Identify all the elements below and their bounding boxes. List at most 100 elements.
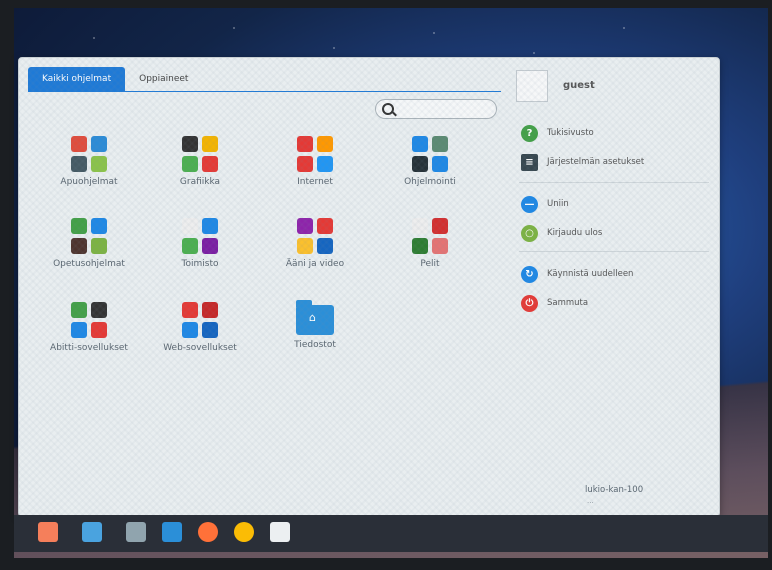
menu-item-restart[interactable]: ↻ Käynnistä uudelleen xyxy=(521,264,633,284)
menu-item-label: Käynnistä uudelleen xyxy=(547,269,634,279)
windows-icon[interactable] xyxy=(126,522,146,542)
menu-item-label: Järjestelmän asetukset xyxy=(547,157,645,167)
taskbar xyxy=(14,515,768,552)
hostname: lukio-kan-100 xyxy=(585,485,644,495)
category-label: Internet xyxy=(297,177,333,187)
category-internet[interactable]: Internet xyxy=(270,136,360,187)
search-box[interactable] xyxy=(375,99,497,119)
icon-tile xyxy=(182,136,198,152)
icon-tile xyxy=(201,237,218,254)
menu-item-label: Tukisivusto xyxy=(547,128,594,138)
menu-item-support[interactable]: ? Tukisivusto xyxy=(521,123,594,143)
icon-tile xyxy=(201,321,218,338)
graphics-icon xyxy=(182,136,218,172)
icon-tile xyxy=(316,218,333,234)
logout-icon: ○ xyxy=(521,224,538,242)
icon-tile xyxy=(431,155,448,172)
icon-tile xyxy=(90,302,107,318)
menu-item-label: Uniin xyxy=(547,199,569,209)
icon-tile xyxy=(71,155,87,172)
category-toimisto[interactable]: Toimisto xyxy=(155,218,245,269)
multimedia-icon xyxy=(297,218,333,254)
hostname-subtext: ... xyxy=(587,497,594,505)
icon-tile xyxy=(90,218,107,234)
web-apps-icon xyxy=(182,302,218,338)
icon-tile xyxy=(297,155,313,172)
sleep-icon: — xyxy=(521,195,538,213)
launcher-tabs: Kaikki ohjelmat Oppiaineet xyxy=(28,67,202,91)
icon-tile xyxy=(90,155,107,172)
search-icon xyxy=(382,103,394,115)
internet-icon xyxy=(297,136,333,172)
education-icon xyxy=(71,218,107,254)
games-icon xyxy=(412,218,448,254)
menu-item-system-settings[interactable]: ≡ Järjestelmän asetukset xyxy=(521,152,644,172)
menu-icon[interactable] xyxy=(38,522,58,542)
icon-tile xyxy=(71,218,87,234)
category-pelit[interactable]: Pelit xyxy=(385,218,475,269)
avatar xyxy=(516,70,548,102)
icon-tile xyxy=(201,302,218,318)
icon-tile xyxy=(201,218,218,234)
icon-tile xyxy=(90,237,107,254)
search-input[interactable] xyxy=(398,102,492,117)
category-label: Tiedostot xyxy=(294,340,336,350)
icon-tile xyxy=(297,237,313,254)
files-icon[interactable] xyxy=(162,522,182,542)
category-label: Pelit xyxy=(420,259,440,269)
category-label: Grafiikka xyxy=(179,177,221,187)
menu-item-sleep[interactable]: — Uniin xyxy=(521,194,569,214)
power-icon: ⏻ xyxy=(521,294,538,312)
document-icon[interactable] xyxy=(270,522,290,542)
folder-home-icon xyxy=(296,300,334,335)
icon-tile xyxy=(71,136,87,152)
category-tiedostot[interactable]: Tiedostot xyxy=(270,300,360,350)
menu-item-label: Kirjaudu ulos xyxy=(547,228,603,238)
chrome-icon[interactable] xyxy=(234,522,254,542)
application-launcher: Kaikki ohjelmat Oppiaineet Apuohjelmat G… xyxy=(18,57,720,517)
icon-tile xyxy=(431,136,448,152)
category-ohjelmointi[interactable]: Ohjelmointi xyxy=(385,136,475,187)
icon-tile xyxy=(297,218,313,234)
category-label: Ohjelmointi xyxy=(404,177,456,187)
category-grafiikka[interactable]: Grafiikka xyxy=(155,136,245,187)
category-opetusohjelmat[interactable]: Opetusohjelmat xyxy=(44,218,134,269)
tab-subjects[interactable]: Oppiaineet xyxy=(125,67,202,91)
category-apuohjelmat[interactable]: Apuohjelmat xyxy=(44,136,134,187)
icon-tile xyxy=(316,155,333,172)
desktop-icon[interactable] xyxy=(82,522,102,542)
user-name: guest xyxy=(563,80,595,91)
icon-tile xyxy=(201,136,218,152)
help-icon: ? xyxy=(521,124,538,142)
menu-item-shutdown[interactable]: ⏻ Sammuta xyxy=(521,293,588,313)
icon-tile xyxy=(71,321,87,338)
icon-tile xyxy=(201,155,218,172)
restart-icon: ↻ xyxy=(521,265,538,283)
accessories-icon xyxy=(71,136,107,172)
category-label: Opetusohjelmat xyxy=(53,259,125,269)
divider xyxy=(519,182,709,183)
category-aani-ja-video[interactable]: Ääni ja video xyxy=(270,218,360,269)
firefox-icon[interactable] xyxy=(198,522,218,542)
icon-tile xyxy=(412,136,428,152)
divider xyxy=(519,251,709,252)
icon-tile xyxy=(412,155,428,172)
tab-underline xyxy=(28,91,501,92)
icon-tile xyxy=(182,218,198,234)
category-web-sovellukset[interactable]: Web-sovellukset xyxy=(155,302,245,353)
category-label: Ääni ja video xyxy=(285,259,345,269)
icon-tile xyxy=(71,237,87,254)
icon-tile xyxy=(182,302,198,318)
icon-tile xyxy=(431,218,448,234)
category-abitti-sovellukset[interactable]: Abitti-sovellukset xyxy=(44,302,134,353)
icon-tile xyxy=(297,136,313,152)
icon-tile xyxy=(182,155,198,172)
icon-tile xyxy=(71,302,87,318)
office-icon xyxy=(182,218,218,254)
icon-tile xyxy=(316,237,333,254)
icon-tile xyxy=(412,218,428,234)
menu-item-logout[interactable]: ○ Kirjaudu ulos xyxy=(521,223,602,243)
tab-all-programs[interactable]: Kaikki ohjelmat xyxy=(28,67,126,91)
menu-item-label: Sammuta xyxy=(547,298,589,308)
category-label: Abitti-sovellukset xyxy=(50,343,128,353)
